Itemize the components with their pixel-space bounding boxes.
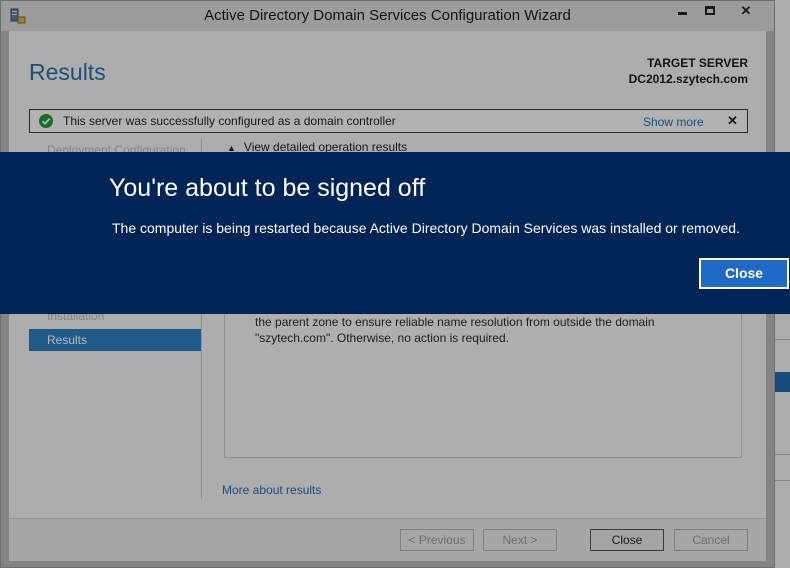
signoff-message: The computer is being restarted because …	[112, 220, 740, 236]
signoff-banner: You're about to be signed off The comput…	[0, 152, 790, 314]
signoff-title: You're about to be signed off	[109, 174, 426, 202]
signoff-close-button[interactable]: Close	[699, 258, 789, 289]
